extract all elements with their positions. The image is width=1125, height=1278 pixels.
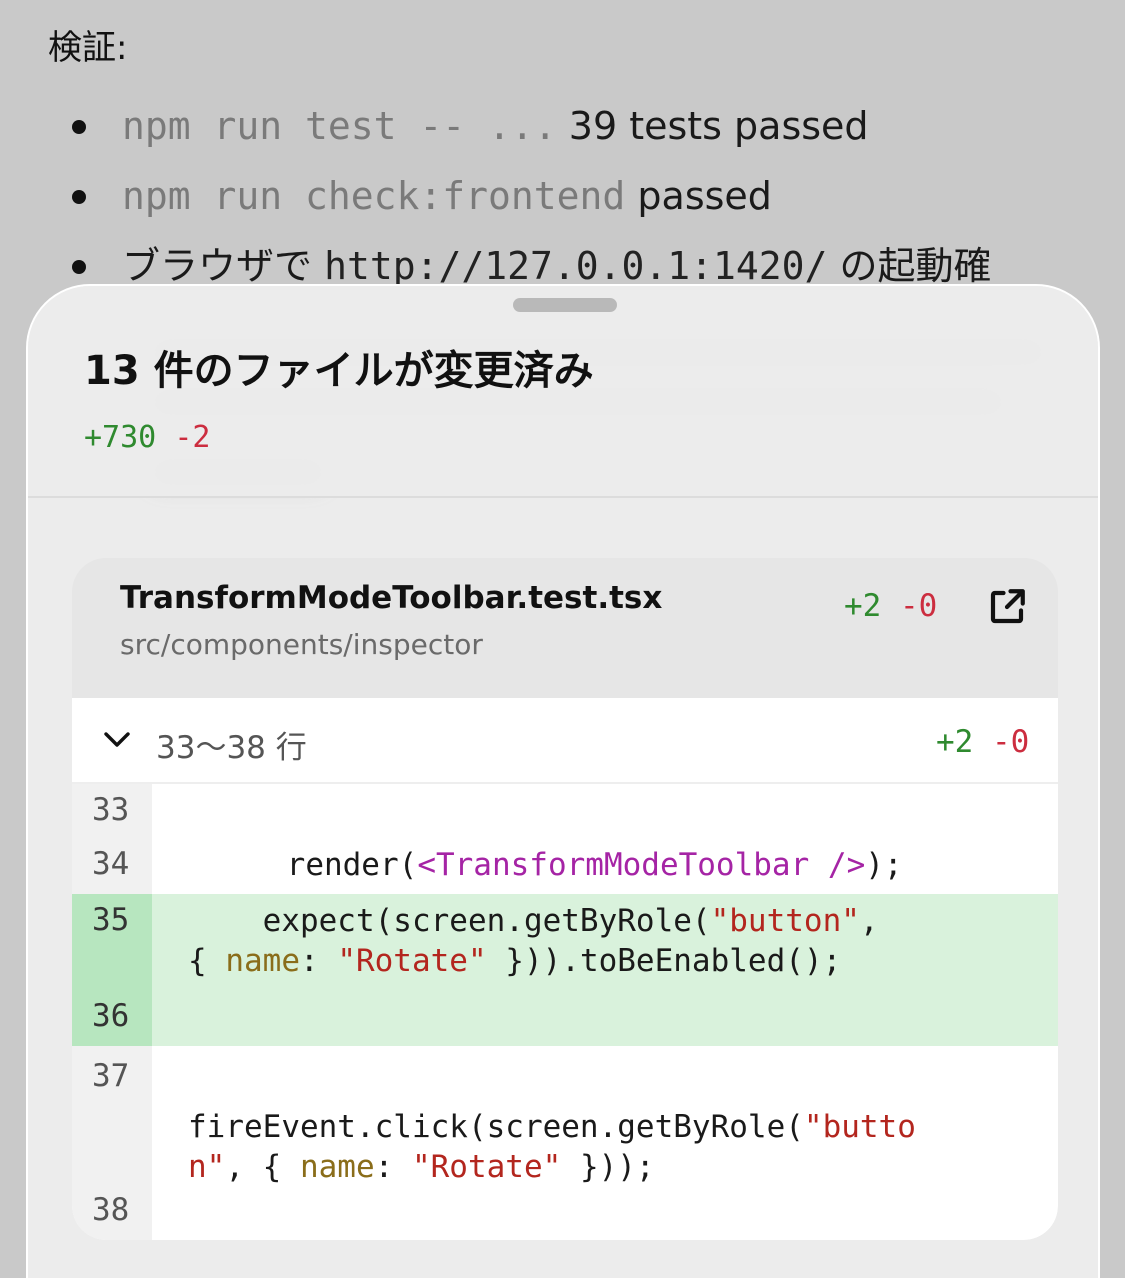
inline-code: npm run test -- ... [122, 104, 557, 148]
code-line: render(<TransformModeToolbar />); [212, 844, 903, 886]
code-token-string: "button" [710, 903, 860, 939]
bullet-text: passed [625, 174, 772, 218]
code-token-string: "Rotate" [337, 943, 487, 979]
code-token: , { [225, 1149, 300, 1185]
sheet-title: 13 件のファイルが変更済み [84, 348, 594, 394]
inline-code: npm run check:frontend [122, 174, 626, 218]
bullet-prefix: ブラウザで [122, 244, 325, 288]
file-diff-card[interactable]: TransformModeToolbar.test.tsx src/compon… [72, 558, 1058, 1240]
hunk-deletions: -0 [992, 724, 1030, 760]
code-token-string: "Rotate" [411, 1149, 562, 1185]
list-item: npm run test -- ... 39 tests passed [70, 100, 992, 170]
code-token: fireEvent.click(screen.getByRole( [188, 1109, 804, 1145]
chat-message: 検証: npm run test -- ... 39 tests passed … [0, 0, 1125, 300]
code-token: })).toBeEnabled(); [486, 943, 842, 979]
bullet-suffix: の起動確 [827, 244, 992, 288]
code-token-property: name [225, 943, 300, 979]
diff-line: 38 [72, 1186, 1058, 1240]
diff-line: 34 render(<TransformModeToolbar />); [72, 838, 1058, 894]
code-line-wrap: n", { name: "Rotate" })); [188, 1146, 655, 1188]
code-line-wrap: { name: "Rotate" })).toBeEnabled(); [188, 940, 841, 982]
code-token: })); [561, 1149, 655, 1185]
line-number: 33 [72, 784, 152, 838]
file-additions: +2 [844, 588, 882, 624]
line-number: 35 [72, 894, 152, 990]
diff-line-added: 35 expect(screen.getByRole("button", { n… [72, 894, 1058, 990]
code-token: ); [865, 847, 903, 883]
total-additions: +730 [84, 420, 157, 455]
line-number: 38 [72, 1186, 152, 1240]
hunk-header[interactable]: 33～38 行 +2 -0 [72, 698, 1058, 784]
inline-code: http://127.0.0.1:1420/ [324, 244, 828, 288]
sheet-grabber-handle[interactable] [513, 298, 617, 312]
list-item: npm run check:frontend passed [70, 170, 992, 240]
hunk-diff-stats: +2 -0 [936, 724, 1029, 760]
diff-line: 33 [72, 784, 1058, 838]
changed-files-sheet: 13 件のファイルが変更済み +730 -2 TransformModeTool… [26, 284, 1100, 1278]
code-token-string: "butto [803, 1109, 916, 1145]
line-number: 34 [72, 838, 152, 894]
file-diff-stats: +2 -0 [844, 588, 937, 624]
code-line: fireEvent.click(screen.getByRole("butto [188, 1106, 916, 1148]
bullet-text: 39 tests passed [556, 104, 869, 148]
code-line: expect(screen.getByRole("button", [188, 900, 879, 942]
code-token: : [299, 943, 338, 979]
verification-list: npm run test -- ... 39 tests passed npm … [70, 100, 992, 310]
file-path: src/components/inspector [120, 628, 483, 661]
line-number: 36 [72, 990, 152, 1046]
total-deletions: -2 [174, 420, 211, 455]
diff-line: 37 fireEvent.click(screen.getByRole("but… [72, 1046, 1058, 1186]
file-deletions: -0 [900, 588, 938, 624]
hunk-line-range: 33～38 行 [156, 730, 307, 766]
hunk-additions: +2 [936, 724, 974, 760]
chevron-down-icon[interactable] [102, 728, 132, 750]
line-number: 37 [72, 1046, 152, 1186]
code-token-tag: <TransformModeToolbar /> [417, 847, 866, 883]
code-token: { [188, 943, 226, 979]
code-token-string: n" [188, 1149, 226, 1185]
code-token: , [859, 903, 879, 939]
code-token: render( [212, 847, 418, 883]
sheet-header: 13 件のファイルが変更済み +730 -2 [28, 286, 1098, 498]
code-token: : [374, 1149, 412, 1185]
diff-hunk: 33～38 行 +2 -0 33 34 render(<TransformMod… [72, 698, 1058, 1240]
total-diff-stats: +730 -2 [84, 420, 210, 455]
code-token-property: name [299, 1149, 375, 1185]
verification-heading: 検証: [48, 28, 128, 68]
open-external-icon[interactable] [986, 586, 1028, 628]
code-token: expect(screen.getByRole( [188, 903, 711, 939]
diff-line-added: 36 [72, 990, 1058, 1046]
file-name: TransformModeToolbar.test.tsx [120, 580, 663, 616]
